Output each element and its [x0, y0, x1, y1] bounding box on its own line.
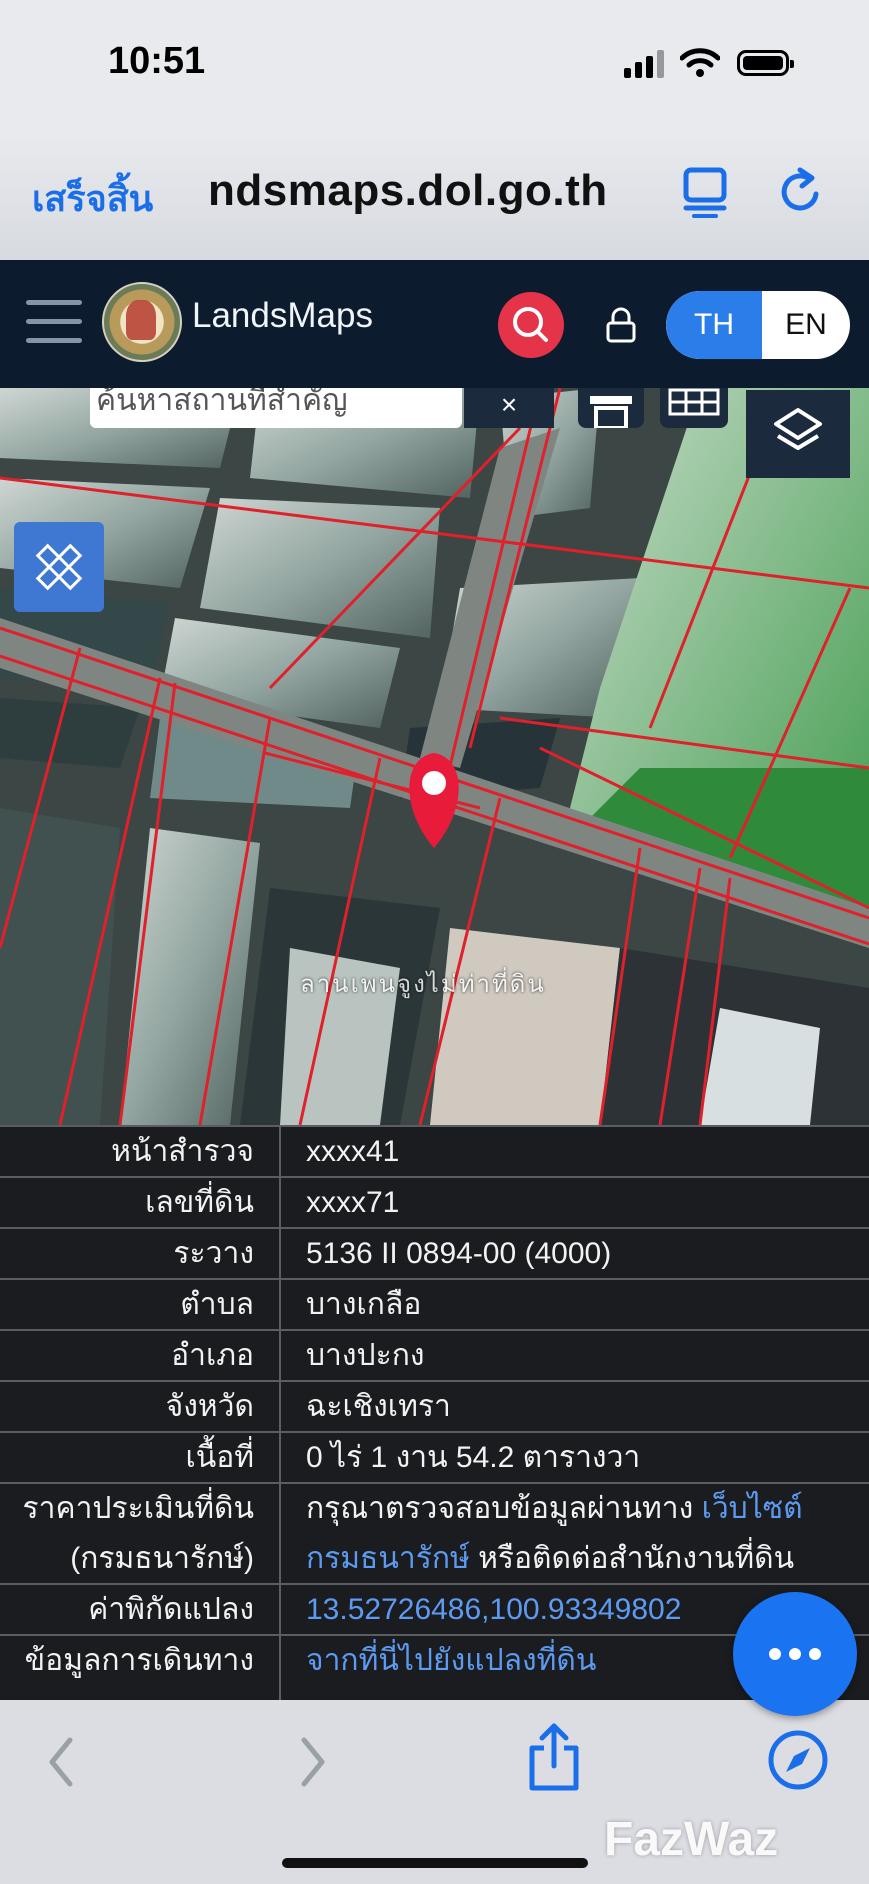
info-value: 0 ไร่ 1 งาน 54.2 ตารางวา: [306, 1441, 641, 1474]
appraisal-row: ราคาประเมินที่ดิน (กรมธนารักษ์) กรุณาตรว…: [0, 1482, 869, 1584]
info-label: ระวาง: [173, 1237, 254, 1270]
info-row: ตำบล บางเกลือ: [0, 1278, 869, 1330]
clock: 10:51: [108, 40, 206, 82]
done-button[interactable]: เสร็จสิ้น: [32, 170, 153, 227]
treasury-website-link[interactable]: เว็บไซต์: [702, 1492, 803, 1525]
info-value: 5136 II 0894-00 (4000): [306, 1237, 612, 1270]
layers-icon: [774, 408, 822, 450]
info-row: จังหวัด ฉะเชิงเทรา: [0, 1380, 869, 1432]
info-label: เลขที่ดิน: [145, 1186, 254, 1219]
share-icon[interactable]: [526, 1722, 582, 1792]
appraisal-text: กรุณาตรวจสอบข้อมูลผ่านทาง: [306, 1492, 694, 1525]
directions-label: ข้อมูลการเดินทาง: [24, 1644, 254, 1677]
info-label: ตำบล: [180, 1288, 254, 1321]
ruler-pencil-icon: [35, 543, 83, 591]
coordinates-label: ค่าพิกัดแปลง: [88, 1593, 254, 1626]
lock-icon[interactable]: [604, 306, 638, 344]
back-icon[interactable]: [46, 1736, 76, 1788]
layers-button[interactable]: [746, 390, 850, 478]
info-value: บางเกลือ: [306, 1288, 422, 1321]
language-toggle[interactable]: TH EN: [666, 291, 850, 359]
more-options-button[interactable]: [733, 1592, 857, 1716]
search-icon: [513, 307, 548, 342]
coordinates-link[interactable]: 13.52726486,100.93349802: [306, 1585, 681, 1635]
map-view[interactable]: ค้นหาสถานที่สำคัญ × ลานเพนจูงไม่ท่าที่ดิ…: [0, 388, 869, 1125]
clear-search-button[interactable]: ×: [464, 388, 554, 428]
wifi-icon: [680, 48, 720, 77]
fazwaz-watermark: FazWaz: [604, 1813, 779, 1866]
info-label: จังหวัด: [165, 1390, 254, 1423]
browser-toolbar: เสร็จสิ้น ndsmaps.dol.go.th: [0, 130, 869, 260]
parcel-map-label: ลานเพนจูงไม่ท่าที่ดิน: [300, 971, 546, 998]
compass-icon[interactable]: [766, 1728, 830, 1792]
lang-en-button[interactable]: EN: [762, 291, 850, 359]
info-value: xxxx41: [306, 1135, 400, 1168]
app-header: LandsMaps TH EN: [0, 260, 869, 388]
dol-logo: [102, 282, 182, 362]
info-row: เลขที่ดิน xxxx71: [0, 1176, 869, 1228]
building-tool-button[interactable]: [578, 388, 644, 430]
info-value: บางปะกง: [306, 1339, 425, 1372]
lang-th-button[interactable]: TH: [666, 291, 762, 359]
menu-icon[interactable]: [26, 300, 82, 344]
address-bar[interactable]: ndsmaps.dol.go.th: [208, 166, 608, 216]
info-label: เนื้อที่: [185, 1441, 254, 1474]
parcel-info-panel: หน้าสำรวจ xxxx41 เลขที่ดิน xxxx71 ระวาง …: [0, 1125, 869, 1700]
grid-icon: [668, 388, 720, 416]
reader-view-icon[interactable]: [680, 164, 730, 218]
info-label: อำเภอ: [171, 1339, 254, 1372]
info-row: หน้าสำรวจ xxxx41: [0, 1125, 869, 1177]
appraisal-contact-text: หรือติดต่อสำนักงานที่ดิน: [478, 1542, 795, 1575]
battery-icon: [737, 50, 794, 76]
search-button[interactable]: [498, 292, 564, 358]
satellite-map: [0, 388, 869, 1125]
directions-link[interactable]: จากที่นี่ไปยังแปลงที่ดิน: [306, 1636, 596, 1686]
grid-tool-button[interactable]: [660, 388, 728, 428]
place-search-input[interactable]: ค้นหาสถานที่สำคัญ: [90, 388, 462, 428]
info-row: ระวาง 5136 II 0894-00 (4000): [0, 1227, 869, 1279]
brand-name: LandsMaps: [192, 296, 373, 335]
info-value: ฉะเชิงเทรา: [306, 1390, 451, 1423]
info-row: อำเภอ บางปะกง: [0, 1329, 869, 1381]
info-value: xxxx71: [306, 1186, 400, 1219]
building-icon: [590, 396, 632, 430]
home-indicator: [282, 1858, 588, 1868]
appraisal-label: ราคาประเมินที่ดิน: [22, 1492, 254, 1525]
status-bar: 10:51: [0, 0, 869, 130]
info-label: หน้าสำรวจ: [111, 1135, 254, 1168]
treasury-department-link[interactable]: กรมธนารักษ์: [306, 1542, 470, 1575]
appraisal-label-sub: (กรมธนารักษ์): [70, 1542, 254, 1575]
reload-icon[interactable]: [776, 164, 826, 218]
measure-tool-button[interactable]: [14, 522, 104, 612]
info-row: เนื้อที่ 0 ไร่ 1 งาน 54.2 ตารางวา: [0, 1431, 869, 1483]
forward-icon[interactable]: [298, 1736, 328, 1788]
browser-bottom-toolbar: FazWaz: [0, 1700, 869, 1884]
